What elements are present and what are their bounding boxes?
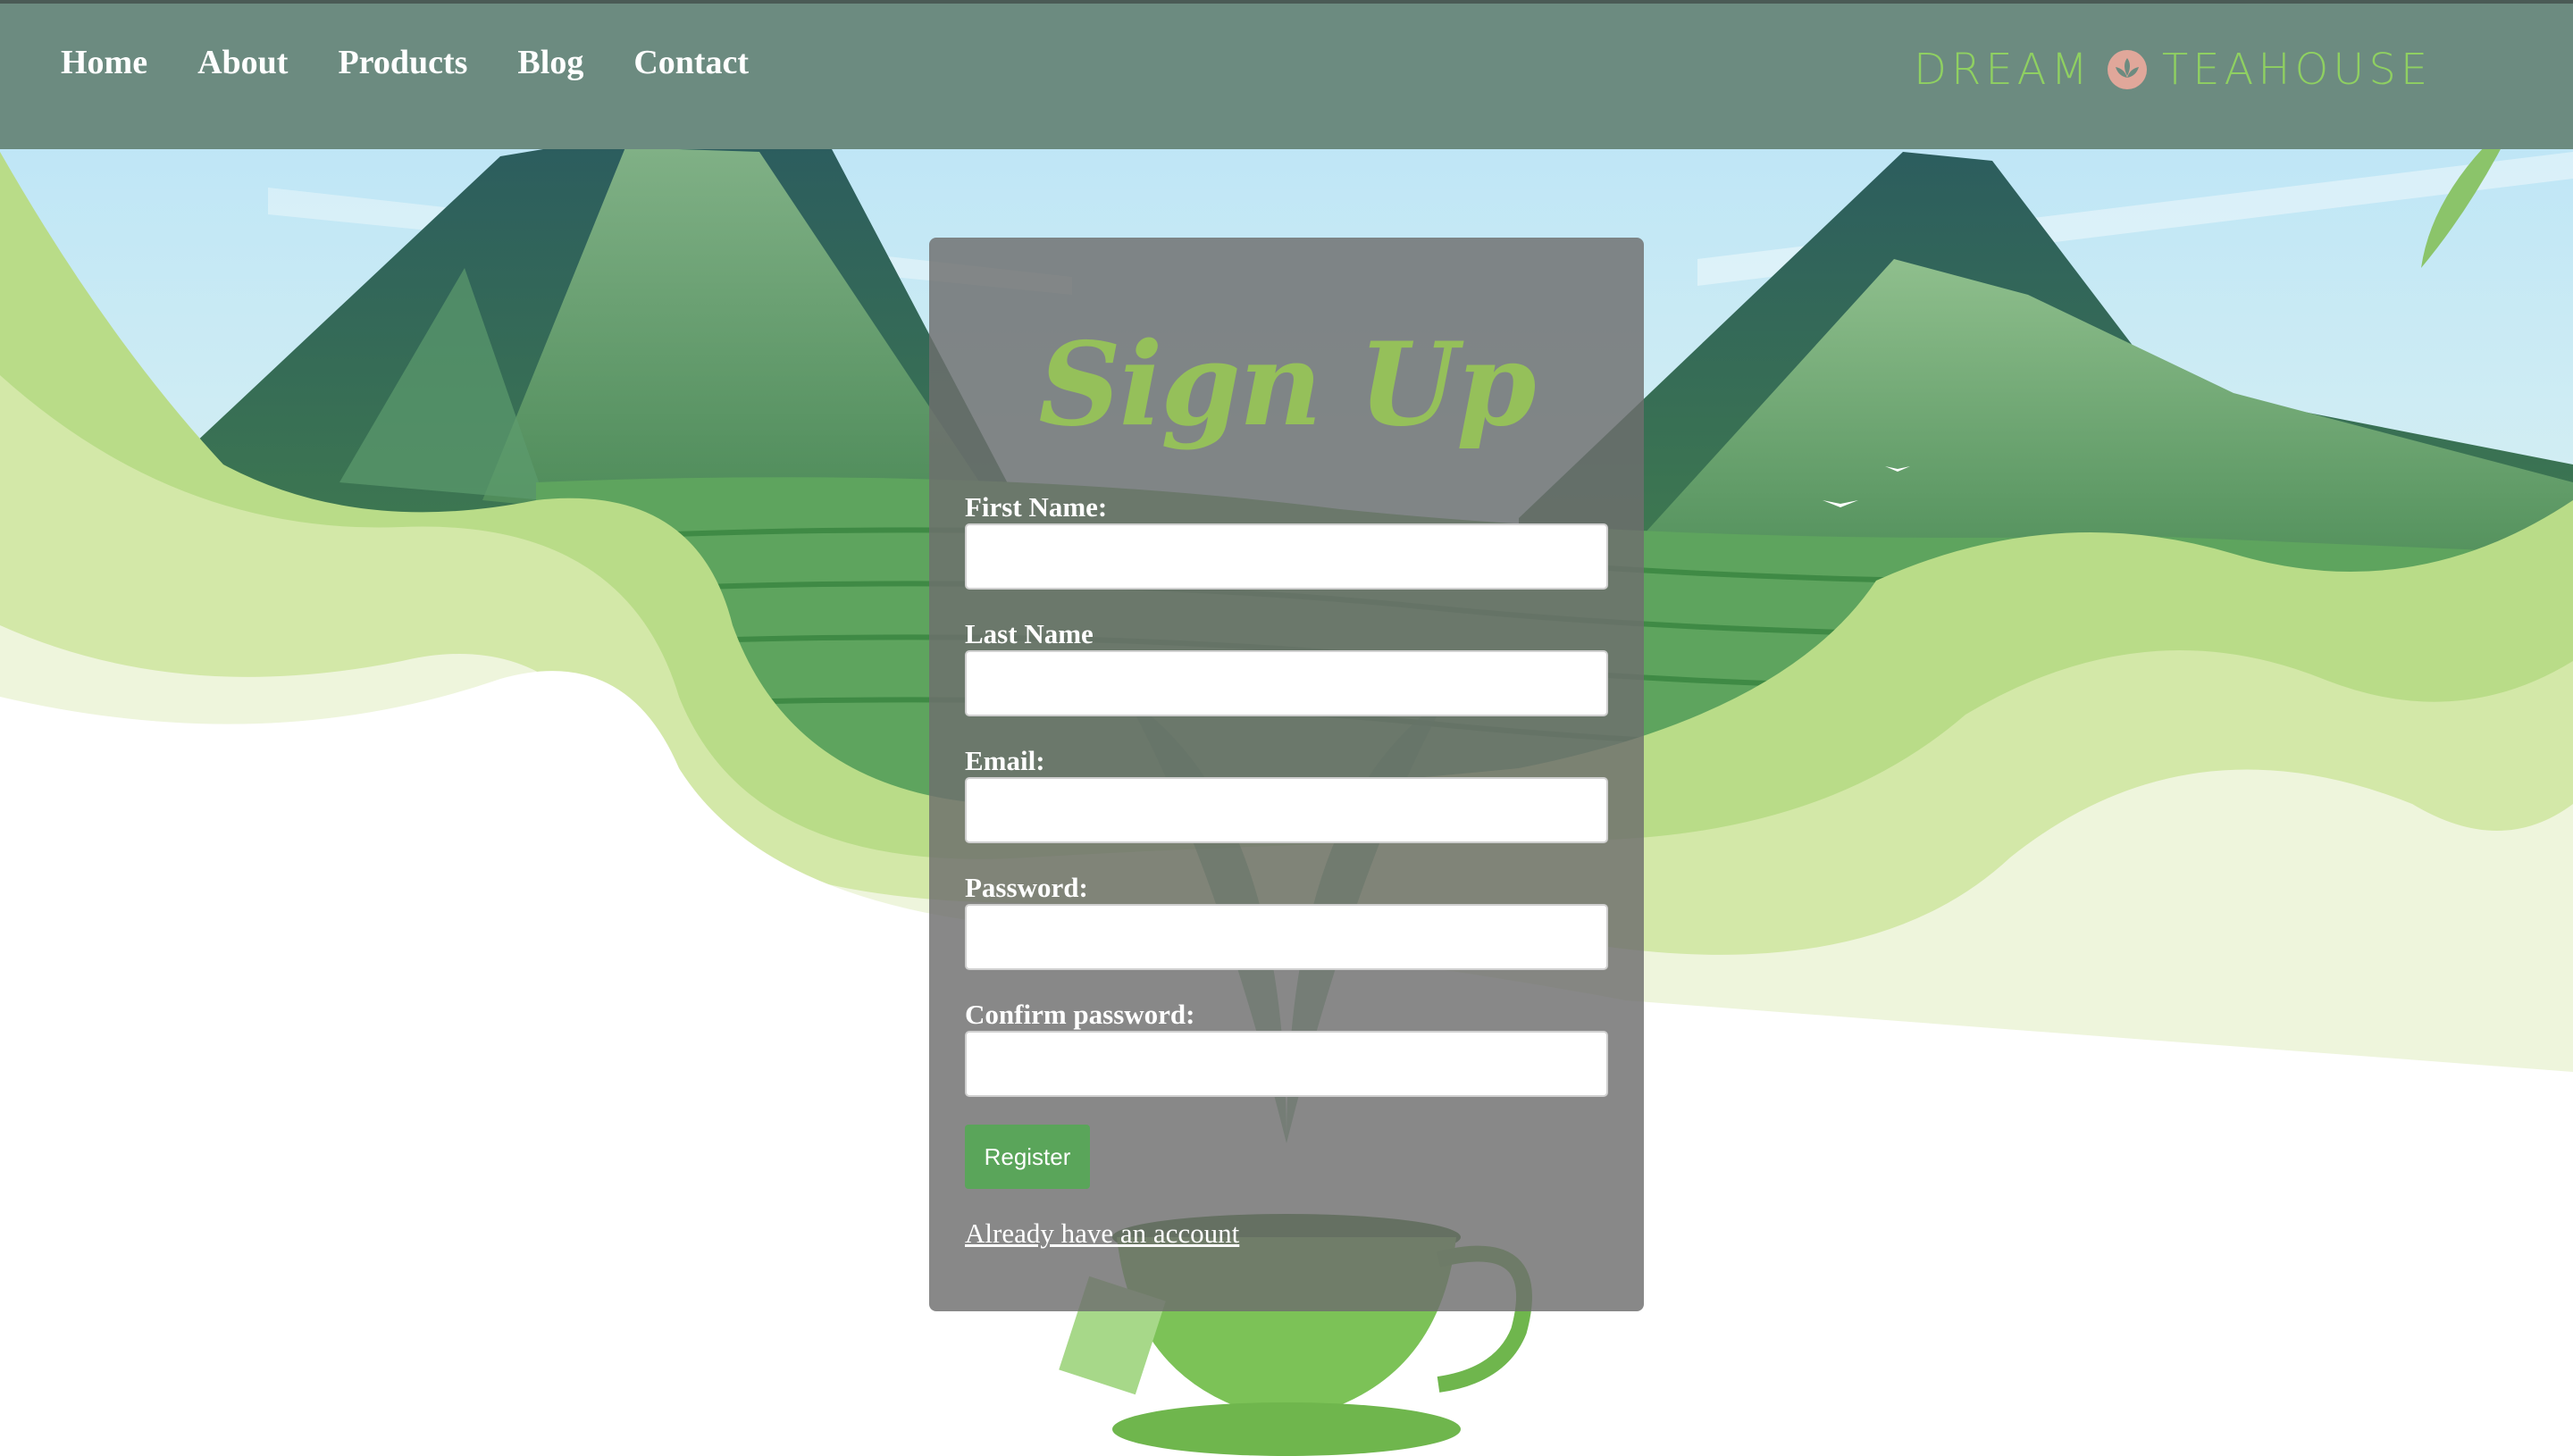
- page-title: Sign Up: [1038, 318, 1536, 452]
- brand-logo[interactable]: DREAM TEAHOUSE: [1914, 45, 2432, 95]
- password-label: Password:: [965, 872, 1088, 903]
- email-label: Email:: [965, 745, 1045, 776]
- last-name-input[interactable]: [965, 650, 1608, 716]
- nav-contact[interactable]: Contact: [633, 43, 749, 82]
- lotus-icon: [2107, 50, 2147, 89]
- last-name-label: Last Name: [965, 618, 1094, 649]
- brand-text-right: TEAHOUSE: [2161, 45, 2433, 95]
- email-input[interactable]: [965, 777, 1608, 843]
- register-button[interactable]: Register: [965, 1125, 1090, 1189]
- password-input[interactable]: [965, 904, 1608, 970]
- first-name-label: First Name:: [965, 491, 1108, 523]
- nav-links: Home About Products Blog Contact: [61, 43, 749, 82]
- confirm-password-input[interactable]: [965, 1031, 1608, 1097]
- confirm-password-label: Confirm password:: [965, 999, 1195, 1030]
- top-navbar: Home About Products Blog Contact DREAM T…: [0, 0, 2573, 149]
- signup-panel: Sign Up First Name: Last Name Email: Pas…: [929, 238, 1644, 1311]
- nav-products[interactable]: Products: [338, 43, 467, 82]
- login-link[interactable]: Already have an account: [965, 1218, 1239, 1250]
- first-name-input[interactable]: [965, 523, 1608, 590]
- nav-home[interactable]: Home: [61, 43, 147, 82]
- nav-about[interactable]: About: [197, 43, 288, 82]
- nav-blog[interactable]: Blog: [517, 43, 583, 82]
- brand-text-left: DREAM: [1914, 45, 2092, 95]
